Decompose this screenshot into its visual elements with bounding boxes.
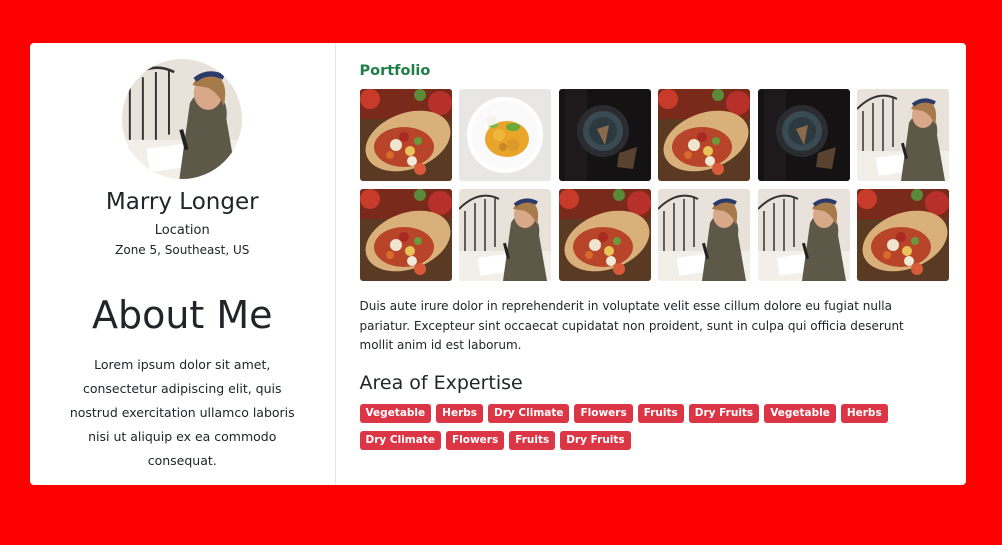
- expertise-tag: Herbs: [840, 403, 888, 423]
- portfolio-image-dark-bowl[interactable]: [758, 89, 850, 181]
- expertise-tag: Vegetable: [359, 403, 432, 423]
- about-text: Lorem ipsum dolor sit amet, consectetur …: [69, 357, 295, 468]
- portfolio-image-burrito[interactable]: [658, 89, 750, 181]
- expertise-tag: Fruits: [509, 430, 556, 450]
- avatar: [122, 59, 242, 179]
- portfolio-image-woman-writing[interactable]: [459, 189, 551, 281]
- portfolio-image-woman-writing[interactable]: [758, 189, 850, 281]
- expertise-tag: Fruits: [637, 403, 684, 423]
- profile-name: Marry Longer: [105, 189, 259, 215]
- portfolio-image-dark-bowl[interactable]: [559, 89, 651, 181]
- portfolio-image-woman-writing[interactable]: [857, 89, 949, 181]
- expertise-tag: Dry Fruits: [560, 430, 631, 450]
- portfolio-image-burrito[interactable]: [857, 189, 949, 281]
- portfolio-image-burrito[interactable]: [559, 189, 651, 281]
- profile-main: Portfolio Duis aute irure dolor in repre…: [336, 43, 967, 485]
- portfolio-image-woman-writing[interactable]: [658, 189, 750, 281]
- profile-sidebar: Marry Longer Location Zone 5, Southeast,…: [30, 43, 336, 485]
- portfolio-image-curry-plate[interactable]: [459, 89, 551, 181]
- expertise-tag: Flowers: [574, 403, 633, 423]
- portfolio-image-burrito[interactable]: [360, 189, 452, 281]
- about-title: About Me: [91, 293, 273, 337]
- expertise-tag: Dry Climate: [359, 430, 441, 450]
- expertise-tag: Dry Climate: [488, 403, 570, 423]
- location-label: Location: [154, 223, 210, 238]
- expertise-title: Area of Expertise: [359, 371, 523, 394]
- portfolio-grid: [360, 89, 950, 281]
- profile-card: Marry Longer Location Zone 5, Southeast,…: [30, 43, 966, 485]
- portfolio-image-burrito[interactable]: [360, 89, 452, 181]
- portfolio-title: Portfolio: [359, 63, 431, 79]
- expertise-tag: Herbs: [436, 403, 484, 423]
- expertise-tag: Dry Fruits: [688, 403, 760, 423]
- location-value: Zone 5, Southeast, US: [115, 243, 250, 257]
- expertise-tag: Flowers: [445, 430, 505, 450]
- expertise-tag: Vegetable: [764, 403, 836, 423]
- expertise-tags: Vegetable Herbs Dry Climate Flowers Fruits Dr…: [359, 403, 940, 450]
- portfolio-description: Duis aute irure dolor in reprehenderit i…: [359, 299, 904, 352]
